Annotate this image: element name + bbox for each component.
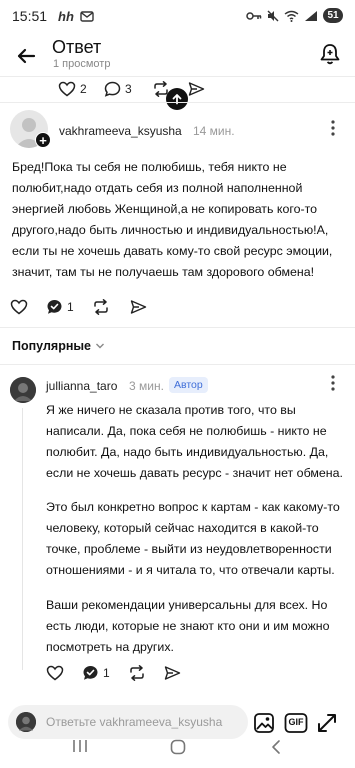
arrow-left-icon <box>17 48 36 64</box>
comment-actions: 1 <box>46 662 346 684</box>
gif-button[interactable]: GIF <box>284 712 308 734</box>
comment-text: Бред!Пока ты себя не полюбишь, тебя никт… <box>12 160 333 279</box>
more-options-button[interactable] <box>323 373 343 393</box>
attach-image-button[interactable] <box>253 712 275 734</box>
comment-icon <box>104 81 121 97</box>
status-bar: 15:51 hh 51 <box>0 0 355 34</box>
bell-plus-icon <box>320 44 340 65</box>
reply-placeholder: Ответьте vakhrameeva_ksyusha <box>46 715 223 729</box>
share-button[interactable] <box>130 299 147 315</box>
status-time: 15:51 <box>12 8 48 24</box>
like-button[interactable] <box>10 299 28 315</box>
comment-check-icon <box>83 666 98 680</box>
comment-count: 1 <box>67 300 74 314</box>
gif-label: GIF <box>288 717 304 727</box>
chevron-left-icon <box>272 740 280 754</box>
comment-count: 1 <box>103 666 110 680</box>
prev-comment-count: 3 <box>125 82 132 96</box>
send-icon <box>164 666 181 680</box>
home-icon <box>170 739 186 755</box>
section-divider <box>0 102 355 103</box>
more-vertical-icon <box>331 375 335 391</box>
repost-button[interactable] <box>92 299 110 315</box>
comment-paragraph: Ваши рекомендации универсальны для всех.… <box>46 598 330 654</box>
comment-paragraph: Я же ничего не сказала против того, что … <box>46 403 343 480</box>
expand-arrows-icon <box>318 714 336 732</box>
header: Ответ 1 просмотр <box>0 34 355 76</box>
author-badge: Автор <box>169 377 208 393</box>
repost-icon <box>94 299 108 315</box>
system-nav-bar <box>0 739 355 768</box>
mute-icon <box>267 10 279 21</box>
scroll-to-top-button[interactable] <box>166 88 188 110</box>
repost-button[interactable] <box>128 665 146 681</box>
home-button[interactable] <box>170 739 186 755</box>
page-title: Ответ <box>52 37 102 57</box>
arrow-up-icon <box>172 94 182 105</box>
prev-like-count: 2 <box>80 82 87 96</box>
more-options-button[interactable] <box>323 118 343 138</box>
heart-icon <box>46 665 64 681</box>
repost-icon <box>130 665 144 681</box>
prev-share-button[interactable] <box>188 81 205 97</box>
avatar[interactable] <box>10 377 36 403</box>
heart-icon <box>58 81 76 97</box>
subscribe-bell-button[interactable] <box>317 41 343 67</box>
comment-button[interactable]: 1 <box>82 665 110 681</box>
avatar <box>16 712 36 732</box>
more-vertical-icon <box>331 120 335 136</box>
image-icon <box>254 713 274 733</box>
comment-time: 14 мин. <box>193 124 235 138</box>
recent-apps-button[interactable] <box>72 739 88 753</box>
thread-line <box>22 408 23 670</box>
recent-apps-icon <box>73 740 87 752</box>
comment-author[interactable]: vakhrameeva_ksyusha <box>59 124 182 138</box>
section-divider <box>0 364 355 365</box>
system-back-button[interactable] <box>270 739 282 755</box>
comment-paragraph: Это был конкретно вопрос к картам - как … <box>46 500 340 577</box>
send-icon <box>188 82 205 96</box>
back-button[interactable] <box>12 42 40 70</box>
prev-comment-button[interactable]: 3 <box>104 81 132 97</box>
prev-like-button[interactable]: 2 <box>58 81 87 97</box>
sort-label: Популярные <box>12 339 92 353</box>
battery-icon: 51 <box>323 8 343 23</box>
send-icon <box>130 300 147 314</box>
share-button[interactable] <box>164 665 181 681</box>
signal-icon <box>305 10 317 21</box>
comment-time: 3 мин. <box>129 379 164 393</box>
status-left-icons: hh <box>58 9 94 24</box>
section-divider <box>0 327 355 328</box>
expand-button[interactable] <box>316 712 338 734</box>
status-right-icons: 51 <box>246 8 343 23</box>
chevron-down-icon <box>96 343 105 349</box>
heart-icon <box>10 299 28 315</box>
mail-icon <box>80 11 94 22</box>
user-photo-icon <box>16 712 36 732</box>
header-divider <box>0 76 355 77</box>
comment-button[interactable]: 1 <box>46 299 74 315</box>
user-photo-icon <box>10 377 36 403</box>
view-count: 1 просмотр <box>53 58 111 70</box>
like-button[interactable] <box>46 665 64 681</box>
sort-dropdown[interactable]: Популярные <box>12 339 105 353</box>
comment-check-icon <box>47 300 62 314</box>
follow-plus-button[interactable]: + <box>35 132 51 148</box>
hh-icon: hh <box>58 9 74 24</box>
key-icon <box>246 11 262 20</box>
wifi-icon <box>284 10 299 22</box>
reply-input[interactable]: Ответьте vakhrameeva_ksyusha <box>8 705 248 739</box>
comment-author[interactable]: jullianna_taro <box>46 379 117 393</box>
comment-actions: 1 <box>10 298 350 318</box>
